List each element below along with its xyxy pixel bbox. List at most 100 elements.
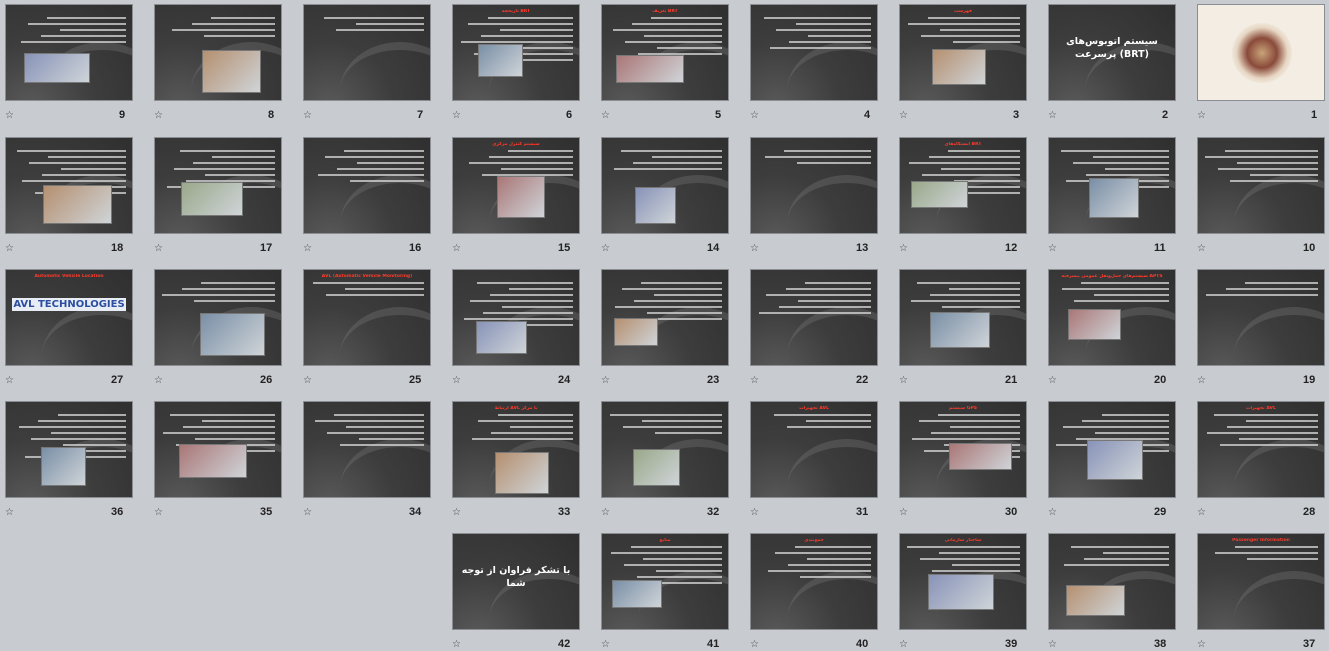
transition-star-icon[interactable]: ☆ bbox=[1197, 375, 1206, 386]
transition-star-icon[interactable]: ☆ bbox=[5, 375, 14, 386]
transition-star-icon[interactable]: ☆ bbox=[5, 507, 14, 518]
slide-thumbnail-34[interactable] bbox=[303, 401, 431, 498]
slide-thumbnail-23[interactable] bbox=[601, 269, 729, 366]
transition-star-icon[interactable]: ☆ bbox=[452, 110, 461, 121]
slide-body-text bbox=[1204, 282, 1318, 300]
transition-star-icon[interactable]: ☆ bbox=[452, 639, 461, 650]
transition-star-icon[interactable]: ☆ bbox=[154, 110, 163, 121]
slide-thumbnail-9[interactable] bbox=[5, 4, 133, 101]
slide-number: 20 bbox=[1154, 374, 1167, 386]
transition-star-icon[interactable]: ☆ bbox=[750, 375, 759, 386]
slide-thumbnail-1[interactable] bbox=[1197, 4, 1325, 101]
transition-star-icon[interactable]: ☆ bbox=[899, 243, 908, 254]
transition-star-icon[interactable]: ☆ bbox=[899, 507, 908, 518]
transition-star-icon[interactable]: ☆ bbox=[303, 507, 312, 518]
slide-thumbnail-24[interactable] bbox=[452, 269, 580, 366]
transition-star-icon[interactable]: ☆ bbox=[1197, 243, 1206, 254]
slide-thumbnail-25[interactable]: AVL (Automatic Vehicle Monitoring) bbox=[303, 269, 431, 366]
slide-thumbnail-18[interactable] bbox=[5, 137, 133, 234]
slide-thumbnail-36[interactable] bbox=[5, 401, 133, 498]
slide-thumbnail-29[interactable] bbox=[1048, 401, 1176, 498]
transition-star-icon[interactable]: ☆ bbox=[452, 243, 461, 254]
transition-star-icon[interactable]: ☆ bbox=[452, 507, 461, 518]
transition-star-icon[interactable]: ☆ bbox=[1197, 507, 1206, 518]
transition-star-icon[interactable]: ☆ bbox=[750, 507, 759, 518]
transition-star-icon[interactable]: ☆ bbox=[750, 639, 759, 650]
transition-star-icon[interactable]: ☆ bbox=[899, 375, 908, 386]
transition-star-icon[interactable]: ☆ bbox=[5, 110, 14, 121]
slide-thumbnail-16[interactable] bbox=[303, 137, 431, 234]
slide-thumbnail-41[interactable]: منابع bbox=[601, 533, 729, 630]
background-swoosh bbox=[340, 307, 430, 365]
slide-number: 33 bbox=[558, 506, 571, 518]
transition-star-icon[interactable]: ☆ bbox=[303, 375, 312, 386]
slide-picture bbox=[476, 321, 527, 354]
slide-thumbnail-42[interactable]: با تشکر فراوان از توجه شما bbox=[452, 533, 580, 630]
transition-star-icon[interactable]: ☆ bbox=[303, 243, 312, 254]
slide-thumbnail-31[interactable]: تجهیزات AVL bbox=[750, 401, 878, 498]
transition-star-icon[interactable]: ☆ bbox=[601, 110, 610, 121]
slide-thumbnail-19[interactable] bbox=[1197, 269, 1325, 366]
transition-star-icon[interactable]: ☆ bbox=[601, 375, 610, 386]
slide-thumbnail-14[interactable] bbox=[601, 137, 729, 234]
slide-number: 2 bbox=[1162, 109, 1169, 121]
slide-thumbnail-35[interactable] bbox=[154, 401, 282, 498]
slide-thumbnail-7[interactable] bbox=[303, 4, 431, 101]
transition-star-icon[interactable]: ☆ bbox=[1048, 639, 1057, 650]
transition-star-icon[interactable]: ☆ bbox=[154, 375, 163, 386]
transition-star-icon[interactable]: ☆ bbox=[154, 243, 163, 254]
slide-thumbnail-8[interactable] bbox=[154, 4, 282, 101]
slide-thumbnail-21[interactable] bbox=[899, 269, 1027, 366]
slide-picture bbox=[24, 53, 90, 83]
slide-thumbnail-40[interactable]: جمع‌بندی bbox=[750, 533, 878, 630]
slide-thumbnail-6[interactable]: تاریخچه BRT bbox=[452, 4, 580, 101]
slide-body-text bbox=[608, 150, 722, 174]
slide-thumbnail-38[interactable] bbox=[1048, 533, 1176, 630]
transition-star-icon[interactable]: ☆ bbox=[452, 375, 461, 386]
transition-star-icon[interactable]: ☆ bbox=[1048, 243, 1057, 254]
transition-star-icon[interactable]: ☆ bbox=[1048, 507, 1057, 518]
slide-thumbnail-26[interactable] bbox=[154, 269, 282, 366]
transition-star-icon[interactable]: ☆ bbox=[899, 110, 908, 121]
transition-star-icon[interactable]: ☆ bbox=[303, 110, 312, 121]
slide-body-text bbox=[757, 282, 871, 318]
slide-body-text bbox=[757, 150, 871, 168]
transition-star-icon[interactable]: ☆ bbox=[899, 639, 908, 650]
slide-thumbnail-3[interactable]: فهرست bbox=[899, 4, 1027, 101]
transition-star-icon[interactable]: ☆ bbox=[601, 507, 610, 518]
transition-star-icon[interactable]: ☆ bbox=[154, 507, 163, 518]
transition-star-icon[interactable]: ☆ bbox=[1197, 110, 1206, 121]
slide-thumbnail-20[interactable]: سیستم‌های حمل‌ونقل عمومی پیشرفته APTS bbox=[1048, 269, 1176, 366]
transition-star-icon[interactable]: ☆ bbox=[1048, 375, 1057, 386]
slide-number: 35 bbox=[260, 506, 273, 518]
slide-thumbnail-17[interactable] bbox=[154, 137, 282, 234]
transition-star-icon[interactable]: ☆ bbox=[1197, 639, 1206, 650]
transition-star-icon[interactable]: ☆ bbox=[601, 639, 610, 650]
slide-thumbnail-32[interactable] bbox=[601, 401, 729, 498]
slide-body-text bbox=[310, 282, 424, 300]
transition-star-icon[interactable]: ☆ bbox=[1048, 110, 1057, 121]
transition-star-icon[interactable]: ☆ bbox=[601, 243, 610, 254]
slide-thumbnail-11[interactable] bbox=[1048, 137, 1176, 234]
slide-thumbnail-5[interactable]: تعریف BRT bbox=[601, 4, 729, 101]
slide-thumbnail-39[interactable]: ساختار سازمانی bbox=[899, 533, 1027, 630]
slide-thumbnail-30[interactable]: سیستم GPS bbox=[899, 401, 1027, 498]
transition-star-icon[interactable]: ☆ bbox=[750, 110, 759, 121]
transition-star-icon[interactable]: ☆ bbox=[750, 243, 759, 254]
slide-number: 21 bbox=[1005, 374, 1018, 386]
slide-thumbnail-10[interactable] bbox=[1197, 137, 1325, 234]
slide-thumbnail-22[interactable] bbox=[750, 269, 878, 366]
slide-thumbnail-4[interactable] bbox=[750, 4, 878, 101]
slide-thumbnail-13[interactable] bbox=[750, 137, 878, 234]
slide-thumbnail-2[interactable]: سیستم اتوبوس‌های پرسرعت (BRT) bbox=[1048, 4, 1176, 101]
slide-thumbnail-37[interactable]: Passenger Information bbox=[1197, 533, 1325, 630]
slide-thumbnail-28[interactable]: تجهیزات AVL bbox=[1197, 401, 1325, 498]
slide-thumbnail-27[interactable]: Automatic Vehicle Location AVL TECHNOLOGI… bbox=[5, 269, 133, 366]
slide-thumbnail-15[interactable]: سیستم کنترل مرکزی bbox=[452, 137, 580, 234]
slide-picture bbox=[932, 49, 986, 85]
slide-thumbnail-33[interactable]: ارتباط AVL با مرکز bbox=[452, 401, 580, 498]
slide-picture bbox=[911, 181, 968, 208]
ornament-image bbox=[1232, 23, 1292, 83]
transition-star-icon[interactable]: ☆ bbox=[5, 243, 14, 254]
slide-thumbnail-12[interactable]: ایستگاه‌های BRT bbox=[899, 137, 1027, 234]
